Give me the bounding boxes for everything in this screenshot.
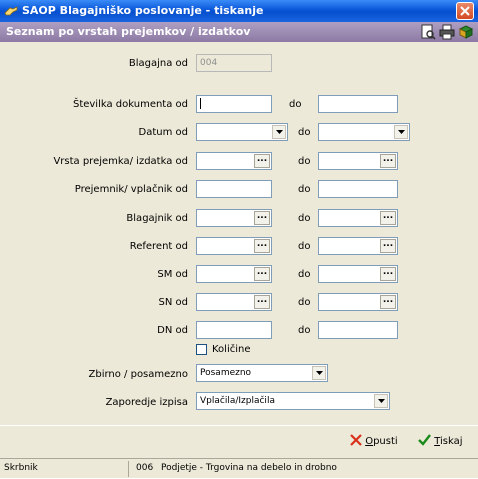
sm-from-browse-button[interactable]: ... [254,267,270,281]
vrsta-to-browse-button[interactable]: ... [380,154,396,168]
zaporedje-dropdown[interactable] [374,394,388,408]
zaporedje-value: Vplačila/Izplačila [200,396,275,406]
status-bar: Skrbnik 006 Podjetje - Trgovina na debel… [0,458,478,479]
datum-to-select[interactable] [318,123,410,141]
print-label: iskaj [440,436,463,447]
sn-do-label: do [298,297,311,308]
export-book-icon[interactable] [458,24,474,40]
stevilka-do-label: do [289,99,302,110]
sm-label: SM od [157,269,188,280]
zbirno-select[interactable]: Posamezno [196,364,328,382]
datum-from-select[interactable] [196,123,288,141]
dn-from-input[interactable] [196,321,272,339]
dn-label: DN od [157,325,188,336]
text-cursor [200,98,201,109]
prejemnik-do-label: do [298,184,311,195]
title-bar[interactable]: SAOP Blagajniško poslovanje - tiskanje [0,0,478,22]
referent-label: Referent od [129,241,188,252]
sn-to-input[interactable]: ... [318,293,398,311]
printer-icon[interactable] [439,24,455,40]
cancel-x-icon [350,434,362,446]
vrsta-do-label: do [298,156,311,167]
status-user: Skrbnik [4,463,38,473]
checkmark-icon [418,434,431,446]
referent-do-label: do [298,241,311,252]
zaporedje-label: Zaporedje izpisa [105,397,188,408]
referent-to-input[interactable]: ... [318,237,398,255]
cancel-hotkey: O [365,436,374,447]
datum-to-dropdown[interactable] [394,125,408,139]
close-icon [460,6,470,16]
print-button[interactable]: Tiskaj [418,432,463,452]
app-hand-icon [4,6,18,16]
chevron-down-icon [276,130,283,134]
datum-label: Datum od [138,127,188,138]
bottom-separator [0,425,478,426]
stevilka-to-input[interactable] [318,95,398,113]
dialog-title: Seznam po vrstah prejemkov / izdatkov [6,25,251,38]
vrsta-label: Vrsta prejemka/ izdatka od [53,156,188,167]
referent-from-input[interactable]: ... [196,237,272,255]
status-code: 006 [136,463,154,473]
dn-to-input[interactable] [318,321,398,339]
sm-to-browse-button[interactable]: ... [380,267,396,281]
cancel-button[interactable]: Opusti [350,432,398,452]
window-title: SAOP Blagajniško poslovanje - tiskanje [22,4,264,17]
sn-to-browse-button[interactable]: ... [380,295,396,309]
close-button[interactable] [456,2,474,20]
zbirno-dropdown[interactable] [312,366,326,380]
stevilka-label: Številka dokumenta od [72,99,188,110]
sm-do-label: do [298,269,311,280]
status-divider [128,461,129,477]
prejemnik-label: Prejemnik/ vplačnik od [74,184,188,195]
sn-from-browse-button[interactable]: ... [254,295,270,309]
sn-from-input[interactable]: ... [196,293,272,311]
zaporedje-select[interactable]: Vplačila/Izplačila [196,392,390,410]
blagajnik-from-input[interactable]: ... [196,209,272,227]
blagajnik-do-label: do [298,213,311,224]
prejemnik-to-input[interactable] [318,180,398,198]
vrsta-to-input[interactable]: ... [318,152,398,170]
datum-do-label: do [298,127,311,138]
kolicine-label: Količine [212,344,251,355]
chevron-down-icon [378,399,385,403]
chevron-down-icon [316,371,323,375]
cancel-label: pusti [373,436,398,447]
referent-to-browse-button[interactable]: ... [380,239,396,253]
referent-from-browse-button[interactable]: ... [254,239,270,253]
blagajna-field: 004 [196,54,272,72]
stevilka-from-input[interactable] [196,95,272,113]
blagajnik-from-browse-button[interactable]: ... [254,211,270,225]
status-company: Podjetje - Trgovina na debelo in drobno [161,463,337,473]
vrsta-from-input[interactable]: ... [196,152,272,170]
chevron-down-icon [398,130,405,134]
prejemnik-from-input[interactable] [196,180,272,198]
print-dialog-window: SAOP Blagajniško poslovanje - tiskanje S… [0,0,478,478]
dialog-header: Seznam po vrstah prejemkov / izdatkov [0,22,478,42]
zbirno-label: Zbirno / posamezno [88,369,189,380]
zbirno-value: Posamezno [200,368,252,378]
blagajna-label: Blagajna od [128,58,188,69]
sn-label: SN od [158,297,188,308]
datum-from-dropdown[interactable] [272,125,286,139]
blagajnik-to-input[interactable]: ... [318,209,398,227]
kolicine-checkbox[interactable] [196,344,207,355]
dn-do-label: do [298,325,311,336]
blagajnik-to-browse-button[interactable]: ... [380,211,396,225]
blagajnik-label: Blagajnik od [126,213,188,224]
sm-from-input[interactable]: ... [196,265,272,283]
vrsta-from-browse-button[interactable]: ... [254,154,270,168]
sm-to-input[interactable]: ... [318,265,398,283]
preview-icon[interactable] [420,24,436,40]
